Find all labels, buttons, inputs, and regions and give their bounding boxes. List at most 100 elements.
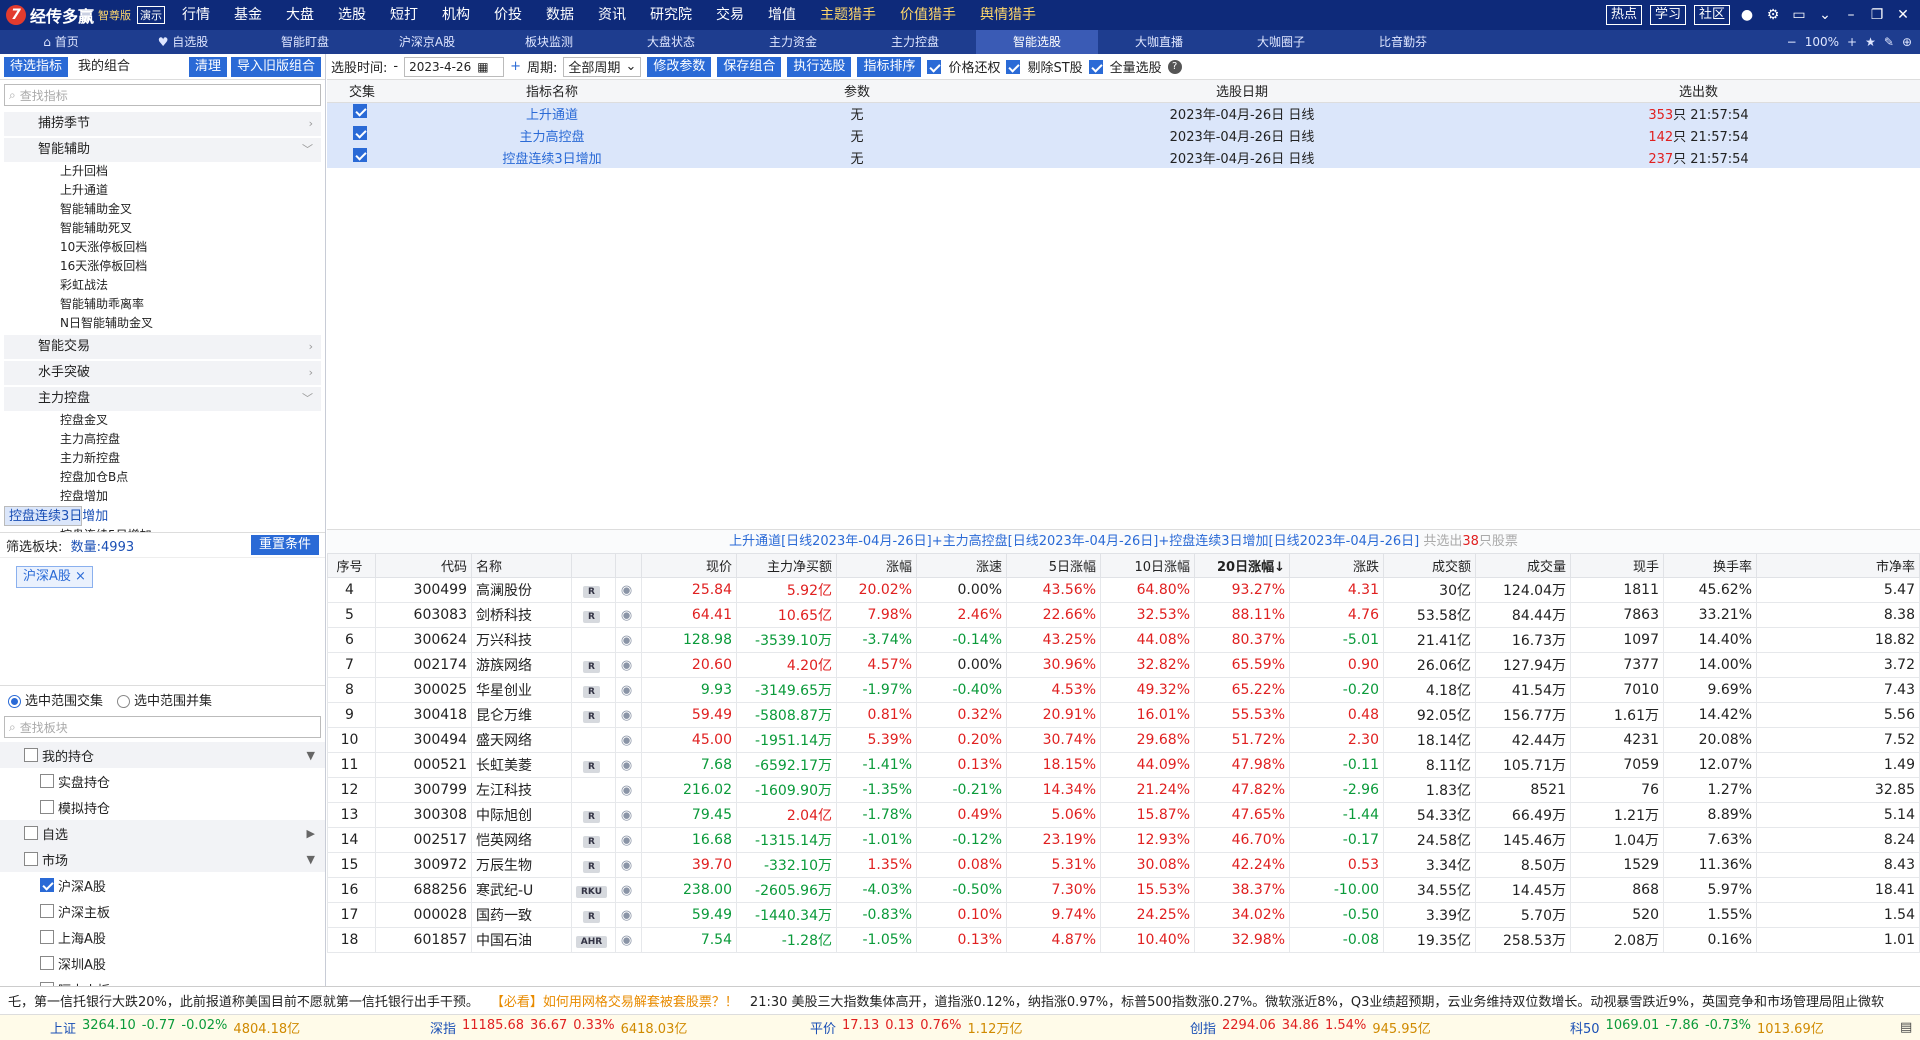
col-header[interactable] [571,553,616,578]
tab-0[interactable]: ⌂ 首页 [0,30,122,54]
table-row[interactable]: 5 603083 剑桥科技 R ◉ 64.41 10.65亿 7.98% 2.46% 22.66%… [327,602,1920,628]
eye-icon[interactable]: ◉ [621,708,632,723]
col-header[interactable]: 成交量 [1475,553,1571,578]
eye-cell[interactable]: ◉ [615,677,642,703]
col-header[interactable]: 涨跌 [1289,553,1384,578]
eye-icon[interactable]: ◉ [621,833,632,848]
stock-name[interactable]: 高澜股份 [471,577,572,603]
stock-name[interactable]: 国药一致 [471,902,572,928]
tree-group[interactable]: 捕捞季节 › [4,112,321,136]
tree-item[interactable]: N日智能辅助金叉 [4,314,321,333]
stock-name[interactable]: 中际旭创 [471,802,572,828]
stock-name[interactable]: 寒武纪-U [471,877,572,903]
board-check-item[interactable]: 实盘持仓 [0,768,325,794]
menu-item[interactable]: 选股 [326,0,378,30]
news-promo[interactable]: 【必看】如何用网格交易解套被套股票？！ [491,991,738,1010]
radio-union[interactable]: 选中范围并集 [117,690,212,709]
eye-cell[interactable]: ◉ [615,627,642,653]
tree-item[interactable]: 主力新控盘 [4,449,321,468]
tree-item[interactable]: 控盘金叉 [4,411,321,430]
board-tag[interactable]: 沪深A股 × [16,566,93,588]
table-row[interactable]: 12 300799 左江科技 ◉ 216.02 -1609.90万 -1.35% -0.21%… [327,777,1920,803]
modify-params-button[interactable]: 修改参数 [647,56,712,77]
table-row[interactable]: 7 002174 游族网络 R ◉ 20.60 4.20亿 4.57% 0.00% 30.96% 3… [327,652,1920,678]
menu-item[interactable]: 增值 [756,0,808,30]
tree-item[interactable]: 智能辅助乖离率 [4,295,321,314]
eye-icon[interactable]: ◉ [621,683,632,698]
clear-button[interactable]: 清理 [188,56,227,77]
eye-cell[interactable]: ◉ [615,827,642,853]
tab-2[interactable]: 智能盯盘 [244,30,366,54]
eye-icon[interactable]: ◉ [621,908,632,923]
menu-item[interactable]: 研究院 [638,0,704,30]
tab-11[interactable]: 比音勤芬 [1342,30,1464,54]
chevron-down-icon[interactable]: ⌄ [1816,6,1834,24]
col-header[interactable]: 20日涨幅↓ [1194,553,1290,578]
stock-name[interactable]: 华星创业 [471,677,572,703]
eye-icon[interactable]: ◉ [621,608,632,623]
help-icon[interactable]: ? [1167,59,1182,74]
restore-icon[interactable]: ❐ [1868,6,1886,24]
stock-name[interactable]: 盛天网络 [471,727,572,753]
col-header[interactable]: 代码 [375,553,472,578]
exclude-st-checkbox[interactable]: 剔除ST股 [1006,57,1083,76]
full-selection-checkbox[interactable]: 全量选股 [1088,57,1162,76]
col-header[interactable]: 涨速 [916,553,1007,578]
menu-item[interactable]: 主题猎手 [808,0,888,30]
tab-4[interactable]: 板块监测 [488,30,610,54]
table-row[interactable]: 9 300418 昆仑万维 R ◉ 59.49 -5808.87万 0.81% 0.32% 20.… [327,702,1920,728]
tree-group[interactable]: 主力控盘 ﹀ [4,387,321,411]
eye-cell[interactable]: ◉ [615,577,642,603]
table-row[interactable]: 13 300308 中际旭创 R ◉ 79.45 2.04亿 -1.78% 0.49% 5.06%… [327,802,1920,828]
add-icon[interactable]: + [510,59,521,74]
criteria-check-cell[interactable] [327,102,397,124]
tree-item[interactable]: 控盘增加 [4,487,321,506]
tree-item[interactable]: 智能辅助死叉 [4,219,321,238]
eye-cell[interactable]: ◉ [615,877,642,903]
minimize-icon[interactable]: – [1842,6,1860,24]
table-row[interactable]: 11 000521 长虹美菱 R ◉ 7.68 -6592.17万 -1.41% 0.13% 18… [327,752,1920,778]
tree-group[interactable]: 智能交易 › [4,335,321,359]
col-header[interactable]: 市净率 [1756,553,1920,578]
tree-group[interactable]: 智能辅助 ﹀ [4,138,321,162]
tab-9[interactable]: 大咖直播 [1098,30,1220,54]
close-icon[interactable]: × [75,569,86,584]
sort-indicators-button[interactable]: 指标排序 [857,56,922,77]
criteria-row[interactable]: 控盘连续3日增加无 2023年-04月-26日 日线 237只 21:57:54 [327,146,1920,168]
stock-name[interactable]: 剑桥科技 [471,602,572,628]
checkbox-icon[interactable] [353,126,367,140]
minus-icon[interactable]: − [1787,35,1797,49]
criteria-row[interactable]: 主力高控盘无 2023年-04月-26日 日线 142只 21:57:54 [327,124,1920,146]
tab-7[interactable]: 主力控盘 [854,30,976,54]
stock-name[interactable]: 万辰生物 [471,852,572,878]
tree-item[interactable]: 主力高控盘 [4,430,321,449]
menu-item[interactable]: 数据 [534,0,586,30]
table-row[interactable]: 14 002517 恺英网络 R ◉ 16.68 -1315.14万 -1.01% -0.12%… [327,827,1920,853]
board-check-item[interactable]: 深圳A股 [0,950,325,976]
period-select[interactable]: 全部周期 ⌄ [563,56,642,77]
community-button[interactable]: 社区 [1693,5,1730,25]
pin-icon[interactable]: ⊕ [1902,35,1912,49]
board-check-item[interactable]: 我的持仓 ▼ [0,742,325,768]
eye-cell[interactable]: ◉ [615,752,642,778]
user-icon[interactable]: ● [1738,6,1756,24]
indicator-search[interactable]: ⌕ 查找指标 [4,84,321,106]
table-row[interactable]: 15 300972 万辰生物 R ◉ 39.70 -332.10万 1.35% 0.08% 5.3… [327,852,1920,878]
eye-icon[interactable]: ◉ [621,758,632,773]
stock-name[interactable]: 万兴科技 [471,627,572,653]
board-search[interactable]: ⌕ 查找板块 [4,716,321,738]
col-header[interactable]: 换手率 [1663,553,1757,578]
tree-item[interactable]: 10天涨停板回档 [4,238,321,257]
criteria-check-cell[interactable] [327,124,397,146]
col-header[interactable]: 5日涨幅 [1006,553,1101,578]
col-header[interactable]: 现价 [641,553,737,578]
date-picker[interactable]: 2023-4-26 ▦ [404,56,505,77]
board-check-item[interactable]: 模拟持仓 [0,794,325,820]
stock-name[interactable]: 恺英网络 [471,827,572,853]
eye-icon[interactable]: ◉ [621,858,632,873]
tab-8[interactable]: 智能选股 [976,30,1098,54]
index-item-4[interactable]: 科50 1069.01 -7.86 -0.73% 1013.69亿 [1520,1018,1900,1037]
tab-1[interactable]: ♥ 自选股 [122,30,244,54]
col-header[interactable] [615,553,642,578]
stock-name[interactable]: 游族网络 [471,652,572,678]
